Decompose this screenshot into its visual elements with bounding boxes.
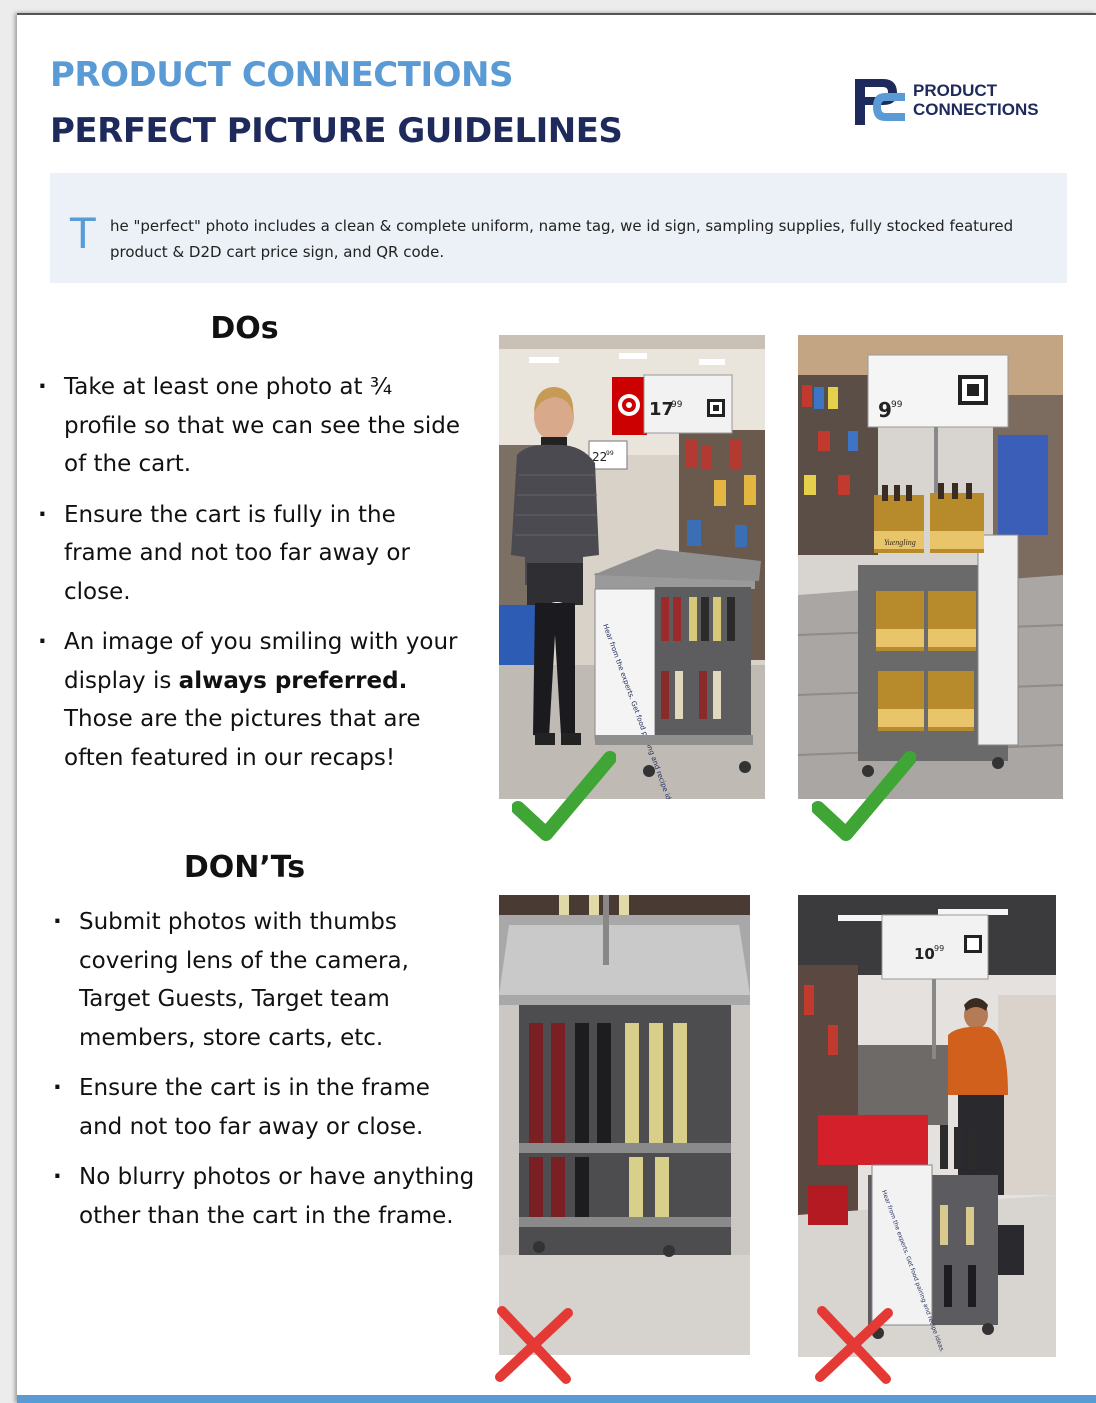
product-label: Yuengling	[884, 538, 916, 547]
logo-wordmark: PRODUCT CONNECTIONS	[913, 81, 1039, 119]
svg-text:99: 99	[891, 400, 903, 410]
list-item: An image of you smiling with your displa…	[38, 623, 464, 777]
svg-text:99: 99	[671, 400, 683, 410]
check-icon	[512, 751, 616, 841]
dos-list: Take at least one photo at ¾ profile so …	[38, 368, 464, 789]
photo-bad-too-close	[499, 895, 750, 1355]
photo-good-cart-beer: 9 99 Yuengling	[798, 335, 1063, 799]
svg-text:22: 22	[592, 450, 607, 464]
list-item: Ensure the cart is in the frame and not …	[53, 1069, 479, 1146]
intro-callout: T he "perfect" photo includes a clean & …	[50, 173, 1067, 283]
logo-line-1: PRODUCT	[913, 81, 998, 100]
x-icon	[495, 1306, 573, 1384]
donts-list: Submit photos with thumbs covering lens …	[53, 903, 479, 1247]
photo-good-person-with-cart: 17 99 22 99 Hear from the experts. Get f…	[499, 335, 765, 799]
intro-dropcap: T	[70, 209, 96, 258]
svg-text:99: 99	[934, 944, 944, 953]
list-item: No blurry photos or have anything other …	[53, 1158, 479, 1235]
intro-text: he "perfect" photo includes a clean & co…	[110, 217, 1014, 261]
list-item: Submit photos with thumbs covering lens …	[53, 903, 479, 1057]
dos-heading: DOs	[210, 311, 279, 346]
svg-text:99: 99	[606, 450, 614, 457]
page-title: PERFECT PICTURE GUIDELINES	[50, 111, 623, 151]
price-sign-4: 10	[914, 945, 935, 963]
donts-heading: DON’Ts	[183, 850, 306, 885]
list-item: Take at least one photo at ¾ profile so …	[38, 368, 464, 484]
photo-bad-guest-in-frame: 10 99 Hear from the experts. Get food pa…	[798, 895, 1056, 1357]
page-title-brand: PRODUCT CONNECTIONS	[50, 55, 513, 95]
price-sign-2: 9	[878, 398, 892, 422]
logo-line-2: CONNECTIONS	[913, 100, 1039, 119]
footer-bar	[17, 1395, 1096, 1403]
emphasis-text: always preferred.	[178, 667, 408, 694]
list-item: Ensure the cart is fully in the frame an…	[38, 496, 464, 612]
company-logo: PRODUCT CONNECTIONS	[853, 73, 1073, 133]
pc-monogram-icon	[855, 79, 905, 125]
check-icon	[812, 751, 916, 841]
guidelines-page: PRODUCT CONNECTIONS PERFECT PICTURE GUID…	[17, 13, 1096, 1403]
x-icon	[815, 1306, 893, 1384]
